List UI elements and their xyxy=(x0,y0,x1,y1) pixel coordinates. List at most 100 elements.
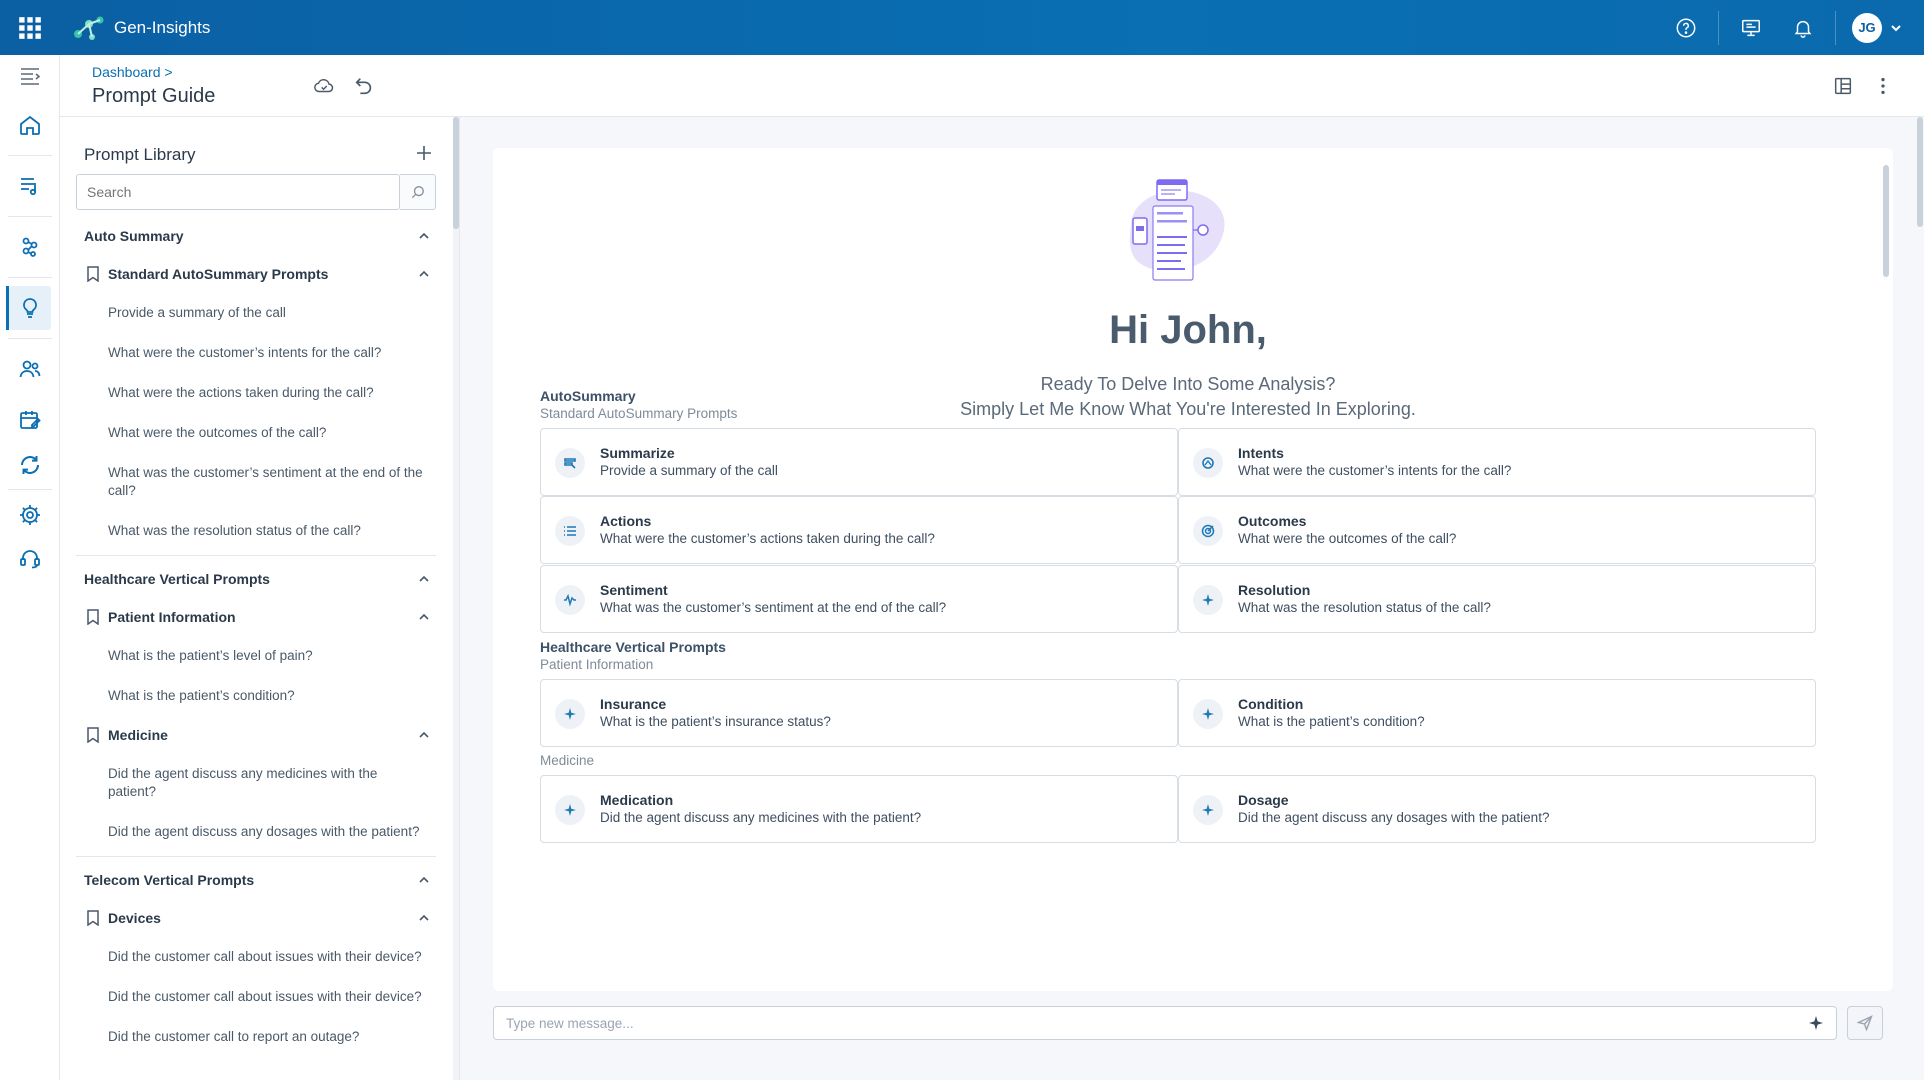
prompt-card-title: Medication xyxy=(600,792,674,808)
library-search-button[interactable] xyxy=(400,174,436,210)
sparkle-icon xyxy=(564,708,576,720)
nav-prompt-guide[interactable] xyxy=(0,280,60,336)
chevron-up-icon[interactable] xyxy=(418,611,430,623)
library-section[interactable]: Telecom Vertical Prompts xyxy=(60,861,454,899)
library-group[interactable]: Devices xyxy=(60,899,454,937)
scrollbar-thumb[interactable] xyxy=(1917,117,1923,227)
library-prompt-item[interactable]: What was the resolution status of the ca… xyxy=(60,511,454,551)
library-section[interactable]: Healthcare Vertical Prompts xyxy=(60,560,454,598)
library-scrollbar[interactable] xyxy=(453,117,459,1080)
nav-support[interactable] xyxy=(0,538,60,578)
collapse-menu-button[interactable] xyxy=(0,55,60,97)
nav-agents[interactable] xyxy=(0,341,60,397)
library-prompt-item[interactable]: Did the customer call to report an outag… xyxy=(60,1017,454,1057)
bookmark-icon xyxy=(87,910,99,926)
library-group-label: Devices xyxy=(108,910,161,926)
undo-button[interactable] xyxy=(351,73,377,99)
main-content: Hi John, Ready To Delve Into Some Analys… xyxy=(460,117,1924,1080)
library-prompt-item[interactable]: What is the patient’s condition? xyxy=(60,676,454,716)
prompt-card-icon-wrap xyxy=(1193,448,1223,478)
presentation-button[interactable] xyxy=(1725,0,1777,55)
notifications-button[interactable] xyxy=(1777,0,1829,55)
nav-settings[interactable] xyxy=(0,492,60,538)
app-launcher-button[interactable] xyxy=(0,0,60,55)
divider xyxy=(7,155,52,156)
layout-icon xyxy=(1834,77,1852,95)
prompt-card-resolution[interactable]: Resolution What was the resolution status… xyxy=(1178,565,1816,633)
layout-button[interactable] xyxy=(1830,73,1856,99)
scrollbar-thumb[interactable] xyxy=(1883,165,1889,277)
prompt-card-description: Provide a summary of the call xyxy=(600,463,778,478)
prompt-card-sentiment[interactable]: Sentiment What was the customer’s sentime… xyxy=(540,565,1178,633)
prompt-card-description: What was the customer’s sentiment at the… xyxy=(600,600,947,615)
brand[interactable]: Gen-Insights xyxy=(72,14,210,42)
divider xyxy=(1835,10,1836,45)
prompt-card-actions[interactable]: Actions What were the customer’s actions … xyxy=(540,496,1178,564)
prompt-card-intents[interactable]: Intents What were the customer’s intents … xyxy=(1178,428,1816,496)
prompt-card-insurance[interactable]: Insurance What is the patient’s insurance… xyxy=(540,679,1178,747)
top-bar: Gen-Insights JG xyxy=(0,0,1924,55)
top-actions: JG xyxy=(1660,0,1924,55)
library-prompt-item[interactable]: Did the agent discuss any dosages with t… xyxy=(60,812,454,852)
library-group[interactable]: Standard AutoSummary Prompts xyxy=(60,255,454,293)
library-prompt-item[interactable]: Provide a summary of the call xyxy=(60,293,454,333)
chevron-up-icon[interactable] xyxy=(418,729,430,741)
prompt-group-subtitle: Standard AutoSummary Prompts xyxy=(540,406,738,421)
library-prompt-item[interactable]: What were the actions taken during the c… xyxy=(60,373,454,413)
prompt-card-medication[interactable]: Medication Did the agent discuss any medi… xyxy=(540,775,1178,843)
prompt-card-icon-wrap xyxy=(1193,795,1223,825)
bookmark-icon xyxy=(87,727,99,743)
prompt-card-title: Insurance xyxy=(600,696,667,712)
chevron-up-icon[interactable] xyxy=(418,573,430,585)
save-cloud-button[interactable] xyxy=(311,73,337,99)
playlist-icon xyxy=(21,178,37,196)
send-button[interactable] xyxy=(1847,1006,1883,1040)
prompt-card-title: Outcomes xyxy=(1238,513,1307,529)
library-prompt-item[interactable]: What was the customer’s sentiment at the… xyxy=(60,453,454,511)
library-search-input[interactable] xyxy=(76,174,400,210)
prompt-card-icon-wrap xyxy=(555,795,585,825)
prompt-card-icon-wrap xyxy=(555,516,585,546)
nav-home[interactable] xyxy=(0,97,60,153)
prompt-group-subtitle: Medicine xyxy=(540,753,595,768)
sparkle-icon xyxy=(1202,594,1214,606)
users-icon xyxy=(19,360,41,378)
sparkle-icon[interactable] xyxy=(1808,1015,1824,1031)
help-button[interactable] xyxy=(1660,0,1712,55)
breadcrumb[interactable]: Dashboard > xyxy=(92,64,173,80)
page-scrollbar[interactable] xyxy=(1916,117,1924,1080)
left-nav-rail xyxy=(0,55,60,1080)
library-prompt-item[interactable]: What were the customer’s intents for the… xyxy=(60,333,454,373)
intent-icon xyxy=(1202,457,1214,469)
prompt-card-description: What were the customer’s actions taken d… xyxy=(600,531,935,546)
library-prompt-item[interactable]: Did the customer call about issues with … xyxy=(60,937,454,977)
nav-playlists[interactable] xyxy=(0,158,60,214)
card-scrollbar[interactable] xyxy=(1883,165,1889,975)
prompt-card-summarize[interactable]: Summarize Provide a summary of the call xyxy=(540,428,1178,496)
nav-insights[interactable] xyxy=(0,219,60,275)
more-options-button[interactable] xyxy=(1870,73,1896,99)
library-prompt-item[interactable]: Did the agent discuss any medicines with… xyxy=(60,754,454,812)
library-group[interactable]: Patient Information xyxy=(60,598,454,636)
scrollbar-thumb[interactable] xyxy=(453,117,459,229)
prompt-card-outcomes[interactable]: Outcomes What were the outcomes of the ca… xyxy=(1178,496,1816,564)
library-prompt-item[interactable]: What were the outcomes of the call? xyxy=(60,413,454,453)
add-prompt-button[interactable] xyxy=(412,141,436,165)
library-group-label: Medicine xyxy=(108,727,168,743)
message-input[interactable] xyxy=(494,1007,1794,1039)
chevron-up-icon[interactable] xyxy=(418,268,430,280)
chevron-up-icon[interactable] xyxy=(418,912,430,924)
library-group[interactable]: Medicine xyxy=(60,716,454,754)
logo-icon xyxy=(74,16,104,40)
chevron-up-icon[interactable] xyxy=(418,874,430,886)
nav-schedule[interactable] xyxy=(0,397,60,443)
prompt-card-dosage[interactable]: Dosage Did the agent discuss any dosages … xyxy=(1178,775,1816,843)
nav-sync[interactable] xyxy=(0,443,60,487)
prompt-card-condition[interactable]: Condition What is the patient’s condition… xyxy=(1178,679,1816,747)
library-section[interactable]: Auto Summary xyxy=(60,217,454,255)
user-menu[interactable]: JG xyxy=(1842,12,1924,43)
prompt-card-title: Resolution xyxy=(1238,582,1311,598)
chevron-up-icon[interactable] xyxy=(418,230,430,242)
library-prompt-item[interactable]: Did the customer call about issues with … xyxy=(60,977,454,1017)
library-prompt-item[interactable]: What is the patient’s level of pain? xyxy=(60,636,454,676)
